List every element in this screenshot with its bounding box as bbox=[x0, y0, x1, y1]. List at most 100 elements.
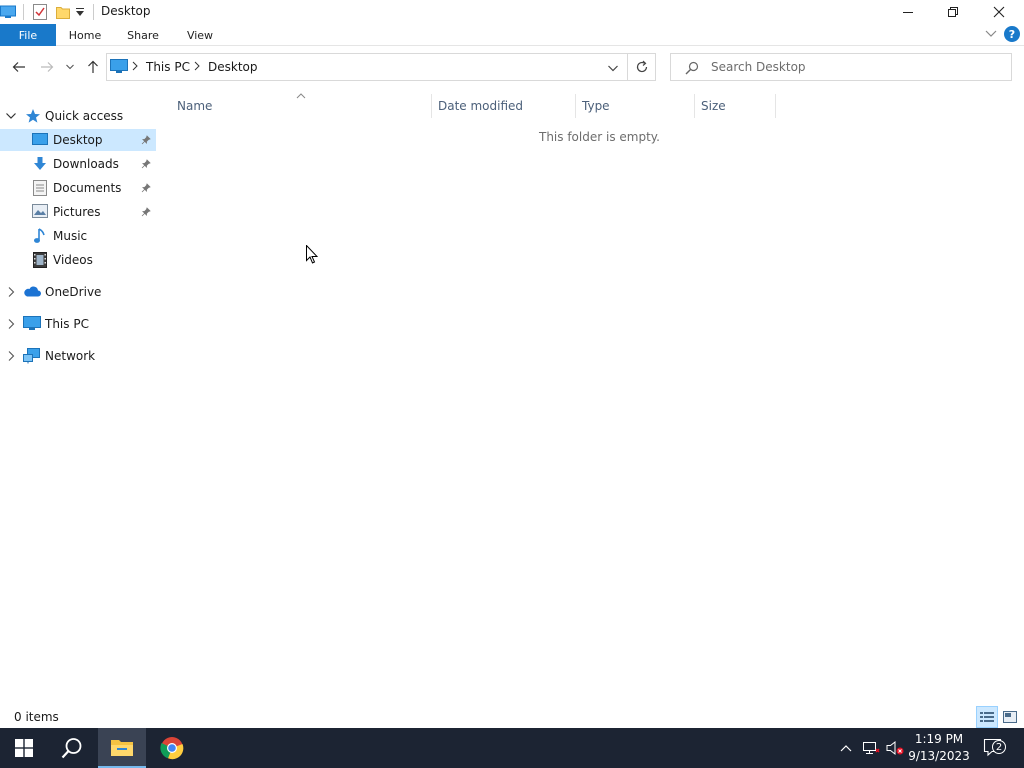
close-icon bbox=[993, 6, 1005, 18]
ribbon-tabs: File Home Share View ? bbox=[0, 24, 1024, 46]
pictures-icon bbox=[32, 204, 48, 221]
refresh-icon bbox=[636, 60, 647, 73]
videos-icon bbox=[33, 252, 47, 271]
volume-tray-button[interactable] bbox=[884, 728, 906, 768]
pin-icon[interactable] bbox=[141, 134, 151, 148]
network-tray-button[interactable] bbox=[860, 728, 882, 768]
nav-label: Quick access bbox=[45, 109, 124, 123]
star-icon bbox=[25, 108, 41, 127]
column-header-name[interactable]: Name bbox=[171, 94, 432, 118]
chrome-icon bbox=[160, 737, 184, 760]
pin-icon[interactable] bbox=[141, 206, 151, 220]
search-input[interactable]: Search Desktop bbox=[711, 60, 806, 74]
windows-logo-icon bbox=[15, 739, 33, 757]
navigation-pane: Quick access Desktop Downloads Documents bbox=[0, 100, 156, 706]
nav-item-documents[interactable]: Documents bbox=[0, 177, 156, 199]
expand-chevron-icon[interactable] bbox=[7, 350, 15, 365]
folder-icon bbox=[111, 740, 133, 756]
qat-divider bbox=[93, 4, 94, 20]
forward-arrow-icon bbox=[41, 62, 54, 72]
empty-folder-message: This folder is empty. bbox=[539, 130, 660, 144]
clock-time: 1:19 PM bbox=[914, 732, 964, 746]
expand-chevron-icon[interactable] bbox=[7, 318, 15, 333]
forward-button[interactable] bbox=[38, 59, 56, 75]
window-title: Desktop bbox=[101, 4, 151, 18]
address-bar[interactable]: This PC Desktop bbox=[106, 53, 628, 81]
explorer-window-icon[interactable] bbox=[0, 5, 16, 22]
details-view-button[interactable] bbox=[976, 706, 998, 728]
nav-label: Pictures bbox=[53, 205, 101, 219]
show-hidden-icons-button[interactable] bbox=[836, 728, 856, 768]
pin-icon[interactable] bbox=[141, 182, 151, 196]
start-button[interactable] bbox=[0, 728, 48, 768]
breadcrumb-separator-icon[interactable] bbox=[193, 60, 201, 74]
chevron-up-icon bbox=[840, 745, 852, 752]
address-history-dropdown-icon[interactable] bbox=[607, 62, 619, 76]
downloads-icon bbox=[32, 156, 48, 175]
onedrive-icon bbox=[23, 286, 41, 300]
large-icons-view-button[interactable] bbox=[999, 706, 1021, 728]
refresh-button[interactable] bbox=[628, 53, 656, 81]
network-wired-icon bbox=[863, 742, 880, 754]
nav-item-pictures[interactable]: Pictures bbox=[0, 201, 156, 223]
help-icon[interactable]: ? bbox=[1004, 26, 1020, 42]
breadcrumb-this-pc[interactable]: This PC bbox=[146, 60, 190, 74]
nav-item-quick-access[interactable]: Quick access bbox=[0, 105, 156, 127]
search-taskbar-button[interactable] bbox=[48, 728, 96, 768]
nav-label: This PC bbox=[45, 317, 89, 331]
network-icon bbox=[23, 348, 41, 367]
tab-file[interactable]: File bbox=[0, 24, 56, 46]
search-icon bbox=[61, 738, 82, 759]
nav-item-music[interactable]: Music bbox=[0, 225, 156, 247]
tab-home[interactable]: Home bbox=[62, 24, 108, 46]
up-button[interactable] bbox=[84, 59, 102, 75]
close-button[interactable] bbox=[976, 0, 1022, 24]
nav-item-desktop[interactable]: Desktop bbox=[0, 129, 156, 151]
properties-icon[interactable] bbox=[33, 4, 47, 23]
column-header-date-modified[interactable]: Date modified bbox=[432, 94, 576, 118]
expand-ribbon-icon[interactable] bbox=[984, 28, 998, 43]
pin-icon[interactable] bbox=[141, 158, 151, 172]
restore-icon bbox=[948, 7, 958, 17]
file-explorer-taskbar-button[interactable] bbox=[98, 728, 146, 768]
action-center-button[interactable]: 2 bbox=[980, 728, 1008, 768]
chevron-down-icon bbox=[66, 64, 74, 70]
nav-label: Network bbox=[45, 349, 96, 363]
search-icon bbox=[685, 61, 699, 78]
recent-locations-button[interactable] bbox=[63, 59, 77, 75]
nav-item-network[interactable]: Network bbox=[0, 345, 156, 367]
breadcrumb-desktop[interactable]: Desktop bbox=[208, 60, 258, 74]
taskbar-clock[interactable]: 1:19 PM 9/13/2023 bbox=[904, 731, 974, 765]
column-header-size[interactable]: Size bbox=[695, 94, 776, 118]
minimize-button[interactable] bbox=[885, 0, 931, 24]
nav-item-downloads[interactable]: Downloads bbox=[0, 153, 156, 175]
nav-label: Music bbox=[53, 229, 88, 243]
back-button[interactable] bbox=[10, 59, 28, 75]
nav-item-onedrive[interactable]: OneDrive bbox=[0, 281, 156, 303]
nav-label: OneDrive bbox=[45, 285, 102, 299]
search-box[interactable]: Search Desktop bbox=[670, 53, 1012, 81]
volume-muted-icon bbox=[886, 740, 904, 756]
nav-item-this-pc[interactable]: This PC bbox=[0, 313, 156, 335]
nav-label: Videos bbox=[53, 253, 93, 267]
breadcrumb-separator-icon[interactable] bbox=[131, 60, 139, 74]
chrome-taskbar-button[interactable] bbox=[148, 728, 196, 768]
notification-count-badge: 2 bbox=[992, 740, 1006, 754]
tab-view[interactable]: View bbox=[178, 24, 222, 46]
nav-label: Downloads bbox=[53, 157, 119, 171]
file-list[interactable]: Name Date modified Type Size This folder… bbox=[156, 88, 1024, 706]
maximize-button[interactable] bbox=[930, 0, 976, 24]
column-header-type[interactable]: Type bbox=[576, 94, 695, 118]
nav-item-videos[interactable]: Videos bbox=[0, 249, 156, 271]
music-icon bbox=[33, 228, 47, 247]
clock-date: 9/13/2023 bbox=[908, 749, 970, 763]
tab-share[interactable]: Share bbox=[120, 24, 166, 46]
taskbar: 1:19 PM 9/13/2023 2 bbox=[0, 728, 1024, 768]
expand-chevron-icon[interactable] bbox=[7, 286, 15, 301]
up-arrow-icon bbox=[88, 60, 98, 73]
new-folder-icon[interactable] bbox=[56, 5, 70, 22]
qat-dropdown-icon[interactable] bbox=[75, 6, 85, 21]
address-row: This PC Desktop Search Desktop bbox=[0, 47, 1024, 87]
status-bar: 0 items bbox=[0, 706, 1024, 728]
collapse-chevron-icon[interactable] bbox=[5, 110, 17, 124]
